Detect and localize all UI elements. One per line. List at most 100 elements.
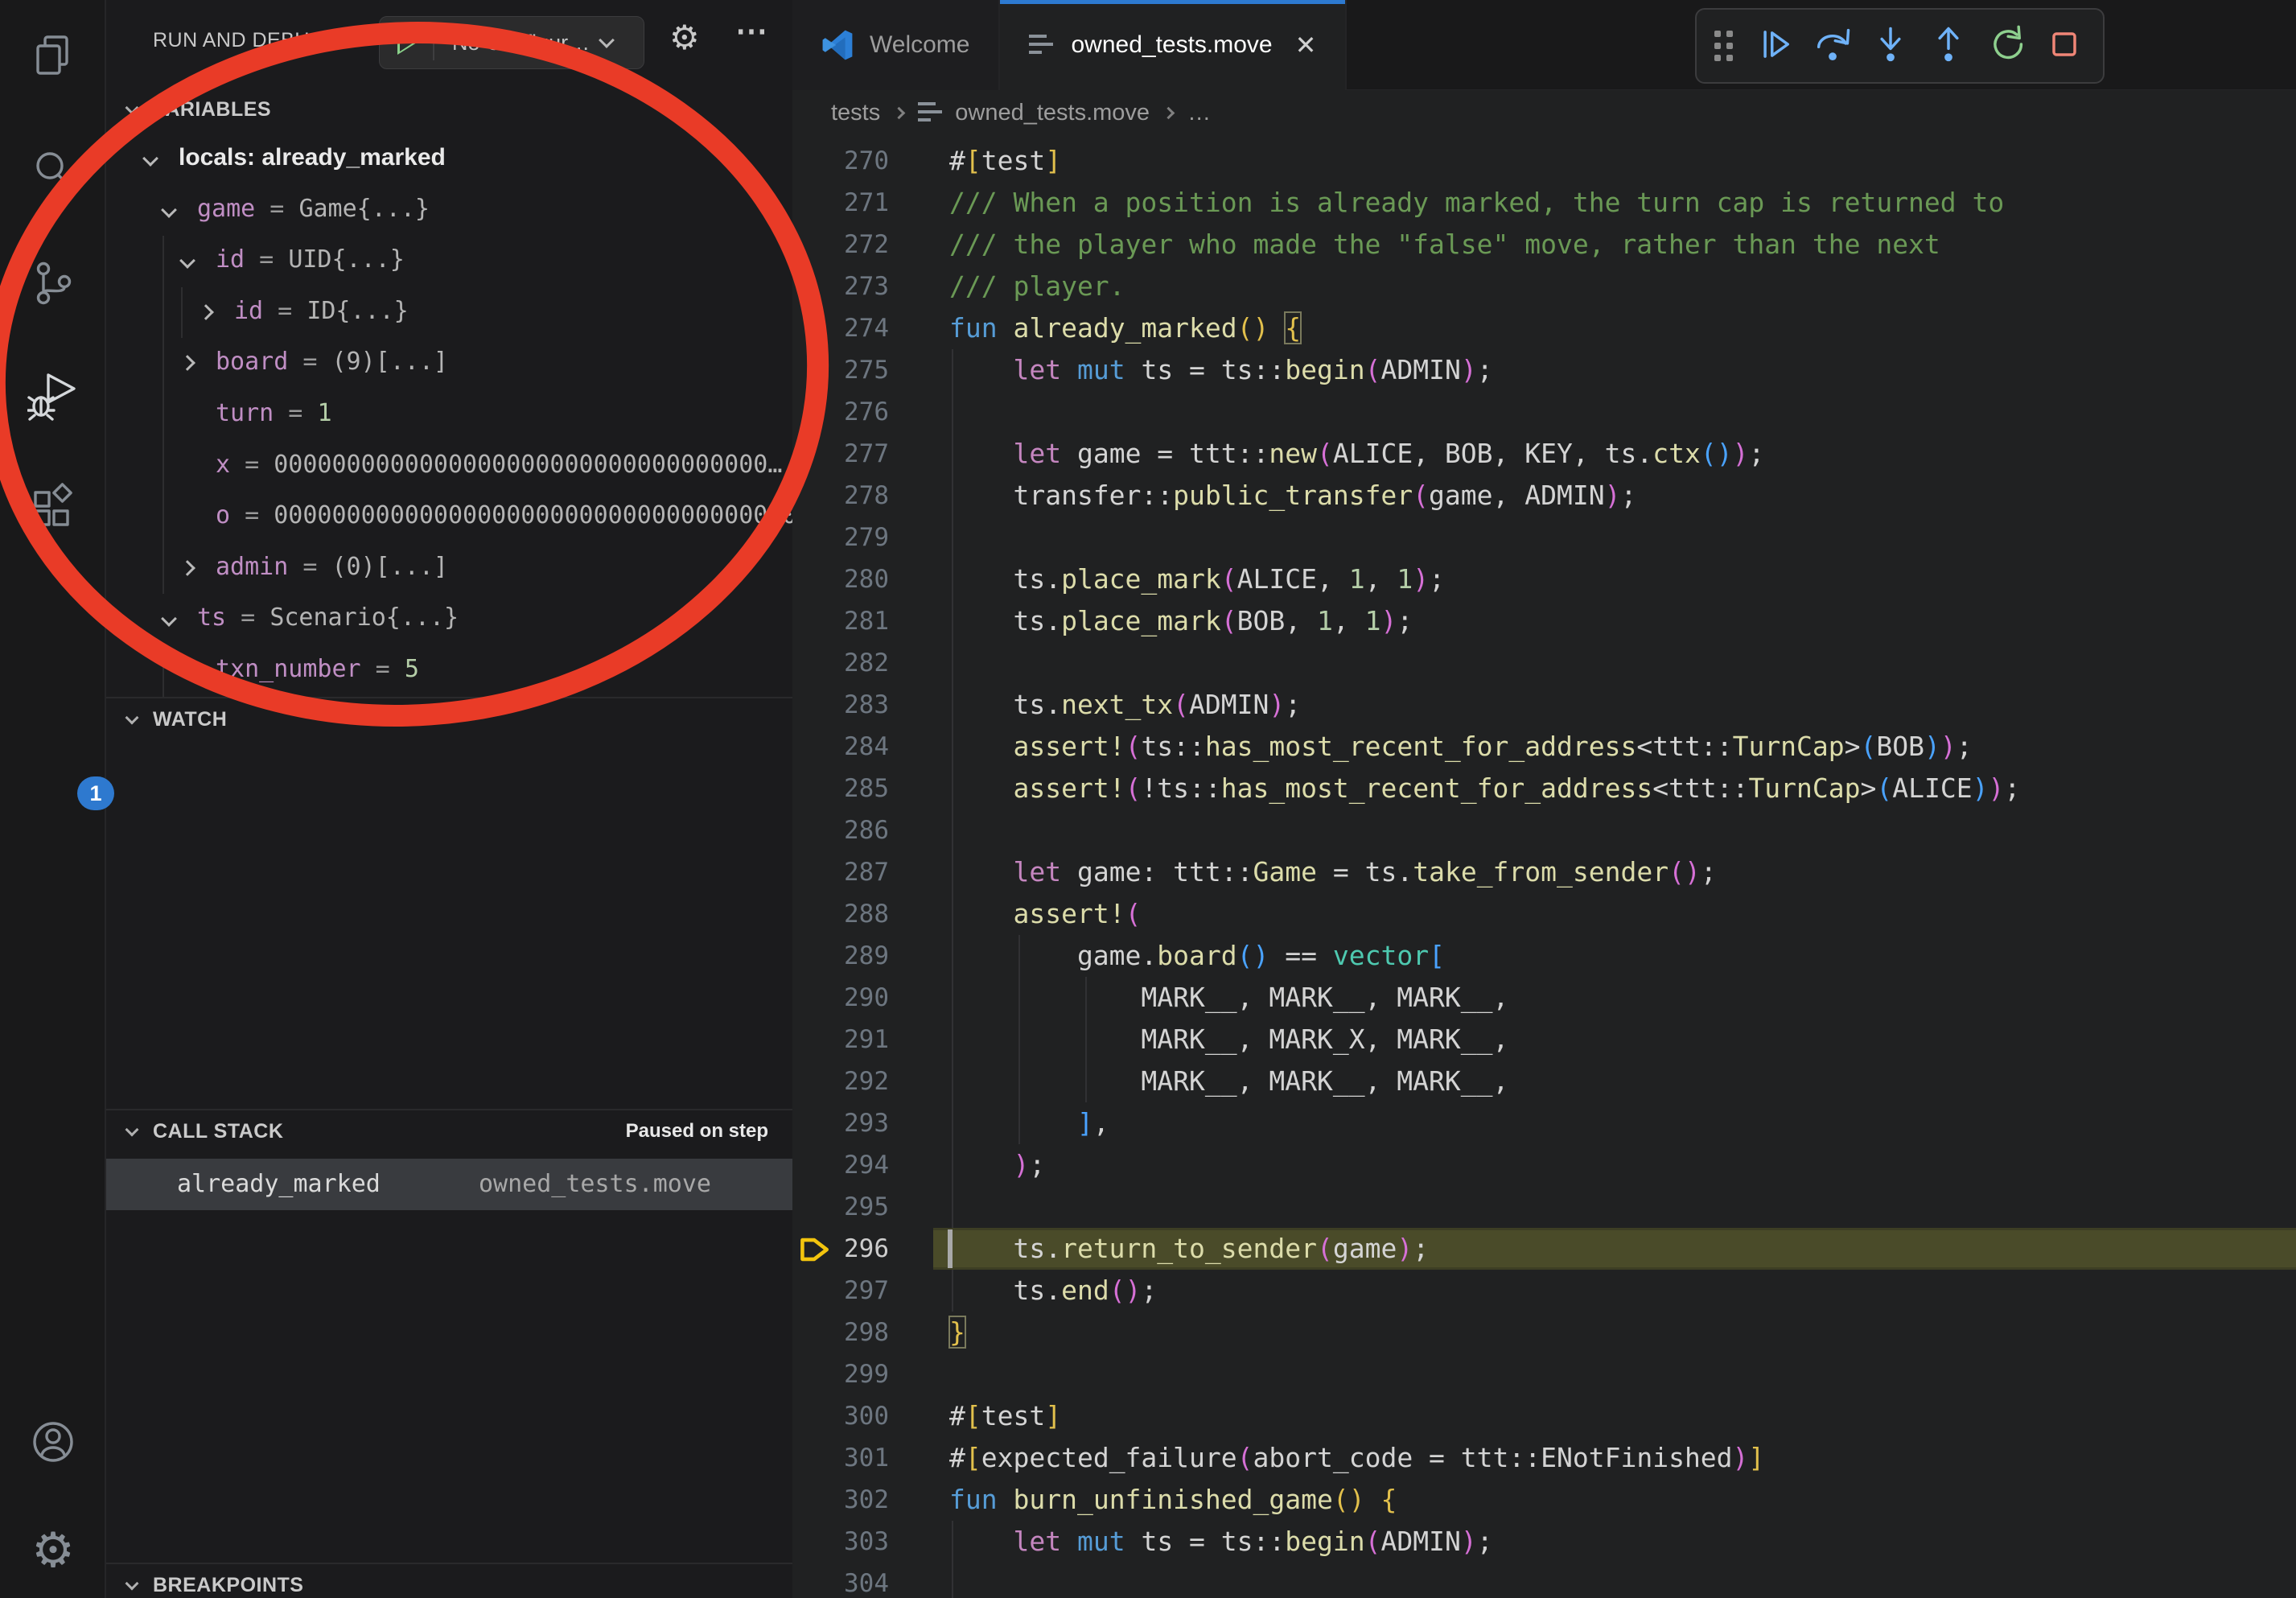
code-line[interactable]: 279 <box>792 517 2296 558</box>
scope-row[interactable]: locals: already_marked <box>106 134 792 185</box>
code-line[interactable]: 284 assert!(ts::has_most_recent_for_addr… <box>792 726 2296 768</box>
watch-section-header[interactable]: WATCH <box>106 697 792 742</box>
variable-row[interactable]: id = ID{...} <box>106 287 792 339</box>
line-number[interactable]: 289 <box>792 935 889 977</box>
line-number[interactable]: 274 <box>792 307 889 349</box>
code-line[interactable]: 302fun burn_unfinished_game() { <box>792 1479 2296 1521</box>
line-number[interactable]: 293 <box>792 1102 889 1144</box>
breadcrumb-item[interactable]: tests <box>831 100 880 126</box>
code-line[interactable]: 292 MARK__, MARK__, MARK__, <box>792 1061 2296 1102</box>
line-number[interactable]: 291 <box>792 1019 889 1061</box>
line-number[interactable]: 304 <box>792 1563 889 1598</box>
code-line[interactable]: 287 let game: ttt::Game = ts.take_from_s… <box>792 851 2296 893</box>
line-number[interactable]: 279 <box>792 517 889 558</box>
start-debug-icon[interactable] <box>397 31 417 55</box>
code-line[interactable]: 281 ts.place_mark(BOB, 1, 1); <box>792 600 2296 642</box>
continue-button[interactable] <box>1754 23 1796 69</box>
line-number[interactable]: 298 <box>792 1312 889 1353</box>
code-line[interactable]: 299 <box>792 1353 2296 1395</box>
line-number[interactable]: 286 <box>792 809 889 851</box>
variable-row[interactable]: turn = 1 <box>106 389 792 441</box>
stop-button[interactable] <box>2043 23 2085 69</box>
code-line[interactable]: 280 ts.place_mark(ALICE, 1, 1); <box>792 558 2296 600</box>
code-line[interactable]: 295 <box>792 1186 2296 1228</box>
line-number[interactable]: 285 <box>792 768 889 809</box>
step-over-button[interactable] <box>1812 23 1854 69</box>
line-number[interactable]: 272 <box>792 224 889 266</box>
variable-row[interactable]: admin = (0)[...] <box>106 543 792 595</box>
variables-section-header[interactable]: VARIABLES <box>106 89 792 134</box>
line-number[interactable]: 299 <box>792 1353 889 1395</box>
line-number[interactable]: 276 <box>792 391 889 433</box>
explorer-icon[interactable] <box>27 31 79 82</box>
code-line[interactable]: 301#[expected_failure(abort_code = ttt::… <box>792 1437 2296 1479</box>
code-line[interactable]: 271/// When a position is already marked… <box>792 182 2296 224</box>
run-and-debug-icon[interactable]: 1 <box>27 370 79 422</box>
tab-owned-tests-move[interactable]: owned_tests.move✕ <box>1000 0 1347 90</box>
step-out-button[interactable] <box>1928 23 1969 69</box>
code-line[interactable]: 300#[test] <box>792 1395 2296 1437</box>
code-line[interactable]: 289 game.board() == vector[ <box>792 935 2296 977</box>
variable-row[interactable]: board = (9)[...] <box>106 338 792 389</box>
line-number[interactable]: 270 <box>792 140 889 182</box>
close-icon[interactable]: ✕ <box>1295 30 1317 60</box>
line-number[interactable]: 301 <box>792 1437 889 1479</box>
breadcrumb-item[interactable]: owned_tests.move <box>918 100 1150 126</box>
source-control-icon[interactable] <box>27 257 79 309</box>
variable-row[interactable]: txn_number = 5 <box>106 645 792 697</box>
breadcrumb-item[interactable]: … <box>1187 100 1211 126</box>
code-line[interactable]: 294 ); <box>792 1144 2296 1186</box>
line-number[interactable]: 295 <box>792 1186 889 1228</box>
line-number[interactable]: 281 <box>792 600 889 642</box>
variable-row[interactable]: x = 0000000000000000000000000000000000… <box>106 441 792 492</box>
code-line[interactable]: 286 <box>792 809 2296 851</box>
code-line[interactable]: 282 <box>792 642 2296 684</box>
line-number[interactable]: 271 <box>792 182 889 224</box>
line-number[interactable]: 290 <box>792 977 889 1019</box>
current-debug-line[interactable]: 296 ts.return_to_sender(game); <box>792 1228 2296 1270</box>
line-number[interactable]: 280 <box>792 558 889 600</box>
debug-settings-gear-icon[interactable]: ⚙ <box>669 18 700 57</box>
code-line[interactable]: 285 assert!(!ts::has_most_recent_for_add… <box>792 768 2296 809</box>
variable-row[interactable]: game = Game{...} <box>106 185 792 237</box>
code-line[interactable]: 273/// player. <box>792 266 2296 307</box>
line-number[interactable]: 278 <box>792 475 889 517</box>
line-number[interactable]: 303 <box>792 1521 889 1563</box>
line-number[interactable]: 300 <box>792 1395 889 1437</box>
code-line[interactable]: 297 ts.end(); <box>792 1270 2296 1312</box>
line-number[interactable]: 297 <box>792 1270 889 1312</box>
more-actions-icon[interactable]: ⋯ <box>735 13 767 50</box>
variable-row[interactable]: o = 000000000000000000000000000000000000 <box>106 492 792 543</box>
settings-gear-icon[interactable]: ⚙ <box>27 1525 79 1576</box>
code-editor[interactable]: 270#[test]271/// When a position is alre… <box>792 135 2296 1598</box>
code-line[interactable]: 278 transfer::public_transfer(game, ADMI… <box>792 475 2296 517</box>
drag-handle-icon[interactable] <box>1714 31 1738 61</box>
step-into-button[interactable] <box>1870 23 1911 69</box>
line-number[interactable]: 292 <box>792 1061 889 1102</box>
line-number[interactable]: 294 <box>792 1144 889 1186</box>
line-number[interactable]: 302 <box>792 1479 889 1521</box>
code-line[interactable]: 290 MARK__, MARK__, MARK__, <box>792 977 2296 1019</box>
line-number[interactable]: 283 <box>792 684 889 726</box>
breakpoints-section-header[interactable]: BREAKPOINTS <box>106 1563 792 1598</box>
call-stack-section-header[interactable]: CALL STACK Paused on step <box>106 1109 792 1154</box>
variable-row[interactable]: ts = Scenario{...} <box>106 594 792 645</box>
line-number[interactable]: 284 <box>792 726 889 768</box>
line-number[interactable]: 273 <box>792 266 889 307</box>
code-line[interactable]: 293 ], <box>792 1102 2296 1144</box>
line-number[interactable]: 287 <box>792 851 889 893</box>
code-line[interactable]: 276 <box>792 391 2296 433</box>
code-line[interactable]: 291 MARK__, MARK_X, MARK__, <box>792 1019 2296 1061</box>
variable-row[interactable]: id = UID{...} <box>106 236 792 287</box>
search-icon[interactable] <box>27 145 79 196</box>
code-line[interactable]: 270#[test] <box>792 140 2296 182</box>
debug-config-dropdown[interactable]: No Configur… <box>379 16 644 69</box>
call-stack-frame[interactable]: already_marked owned_tests.move <box>106 1159 792 1210</box>
extensions-icon[interactable] <box>27 483 79 534</box>
code-line[interactable]: 304 <box>792 1563 2296 1598</box>
code-line[interactable]: 288 assert!( <box>792 893 2296 935</box>
code-line[interactable]: 303 let mut ts = ts::begin(ADMIN); <box>792 1521 2296 1563</box>
line-number[interactable]: 275 <box>792 349 889 391</box>
account-icon[interactable] <box>27 1416 79 1468</box>
code-line[interactable]: 274fun already_marked() { <box>792 307 2296 349</box>
